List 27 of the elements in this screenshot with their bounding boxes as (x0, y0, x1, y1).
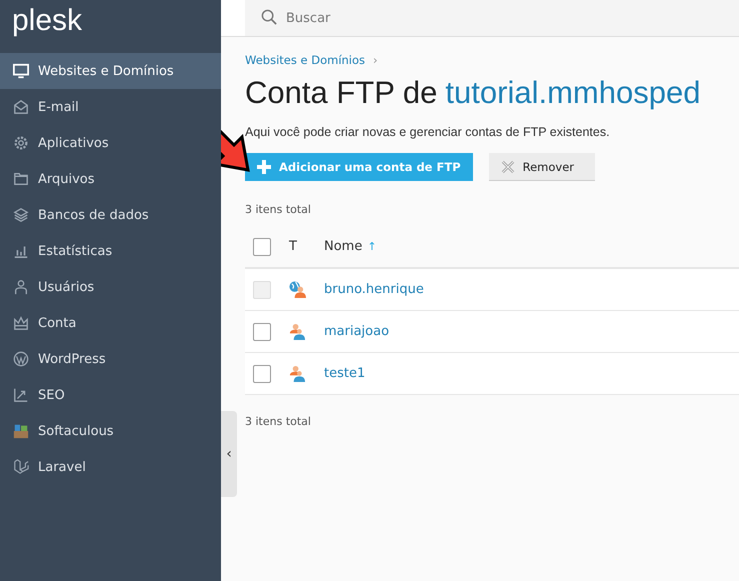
sidebar-item[interactable]: Bancos de dados (0, 197, 221, 233)
search-field[interactable]: Buscar (245, 0, 739, 36)
sidebar-item[interactable]: Laravel (0, 449, 221, 485)
page-title: Conta FTP de (245, 75, 438, 111)
sidebar-item[interactable]: Conta (0, 305, 221, 341)
breadcrumb-separator: › (373, 53, 378, 67)
breadcrumb-link[interactable]: Websites e Domínios (245, 53, 366, 67)
sidebar-item[interactable]: SEO (0, 377, 221, 413)
sidebar-item[interactable]: WordPress (0, 341, 221, 377)
column-header[interactable]: Nome (324, 239, 362, 254)
sidebar-item[interactable]: Arquivos (0, 161, 221, 197)
column-header[interactable]: T (289, 239, 324, 254)
sidebar-item[interactable]: Websites e Domínios (0, 53, 221, 89)
sidebar-item[interactable]: E-mail (0, 89, 221, 125)
domain-link[interactable]: tutorial.mmhosped (445, 75, 700, 111)
sidebar-item[interactable]: Softaculous (0, 413, 221, 449)
items-total: 3 itens total (245, 415, 312, 428)
sidebar-collapse-handle[interactable]: ‹ (221, 411, 237, 497)
account-link[interactable]: teste1 (324, 366, 366, 381)
sidebar-item[interactable]: Usuários (0, 269, 221, 305)
sidebar-item[interactable]: Estatísticas (0, 233, 221, 269)
plesk-logo[interactable]: plesk (0, 0, 221, 53)
sidebar-item[interactable]: Aplicativos (0, 125, 221, 161)
account-link[interactable]: mariajoao (324, 324, 390, 339)
remove-button[interactable]: Remover (488, 153, 595, 181)
description: Aqui você pode criar novas e gerenciar contas de FTP existentes. (245, 125, 611, 139)
items-total: 3 itens total (245, 203, 312, 216)
